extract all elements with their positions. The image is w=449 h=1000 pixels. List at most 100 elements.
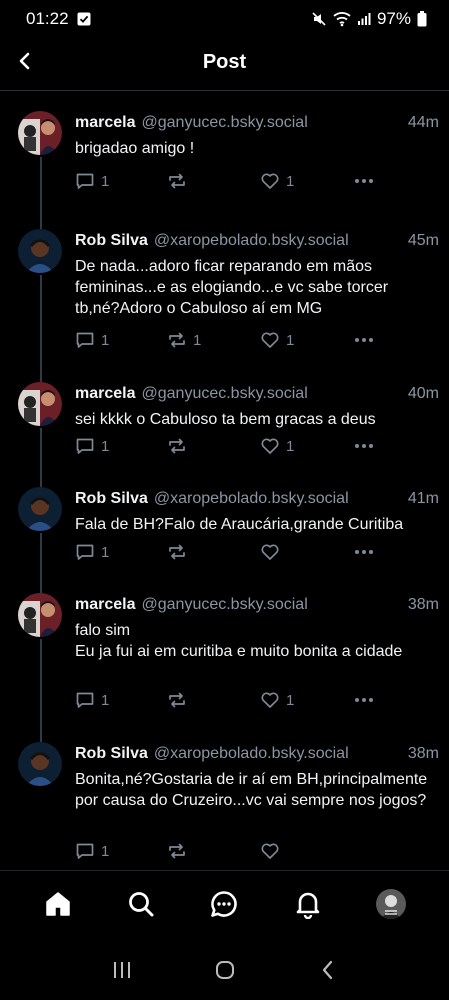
- repost-button[interactable]: [167, 171, 193, 191]
- author-handle[interactable]: @ganyucec.bsky.social: [142, 385, 402, 403]
- avatar[interactable]: [18, 742, 62, 786]
- avatar[interactable]: [18, 229, 62, 273]
- more-options-button[interactable]: [353, 436, 375, 456]
- chat-icon: [211, 890, 238, 917]
- reply-icon: [76, 692, 94, 708]
- author-name[interactable]: Rob Silva: [75, 745, 148, 763]
- reply-button[interactable]: 1: [75, 542, 109, 562]
- post-item[interactable]: Rob Silva @xaropebolado.bsky.social 38m …: [0, 728, 449, 870]
- like-button[interactable]: [260, 841, 286, 861]
- back-system-button[interactable]: [308, 950, 348, 990]
- repost-button[interactable]: [167, 841, 193, 861]
- recents-button[interactable]: [102, 950, 142, 990]
- reply-icon: [76, 332, 94, 348]
- post-text: Bonita,né?Gostaria de ir aí em BH,princi…: [75, 771, 428, 809]
- post-actions: 1: [75, 542, 385, 566]
- nav-profile[interactable]: [369, 882, 413, 926]
- more-options-button[interactable]: [353, 330, 375, 350]
- home-icon: [45, 891, 70, 916]
- avatar[interactable]: [18, 382, 62, 426]
- post-item[interactable]: marcela @ganyucec.bsky.social 44m brigad…: [0, 91, 449, 215]
- more-options-button[interactable]: [353, 542, 375, 562]
- system-navigation: [0, 940, 449, 1000]
- bottom-navigation: [0, 870, 449, 936]
- battery-icon: [417, 11, 427, 27]
- home-system-button[interactable]: [205, 950, 245, 990]
- avatar[interactable]: [18, 111, 62, 155]
- post-item[interactable]: marcela @ganyucec.bsky.social 38m falo s…: [0, 579, 449, 728]
- reply-button[interactable]: 1: [75, 171, 109, 191]
- repost-icon: [169, 438, 185, 454]
- author-handle[interactable]: @ganyucec.bsky.social: [142, 596, 402, 614]
- battery-percent: 97%: [376, 9, 411, 28]
- repost-button[interactable]: 1: [167, 330, 201, 350]
- heart-icon: [261, 544, 279, 560]
- reply-button[interactable]: 1: [75, 841, 109, 861]
- post-item[interactable]: Rob Silva @xaropebolado.bsky.social 41m …: [0, 473, 449, 579]
- reply-count: 1: [101, 331, 110, 349]
- thread-feed[interactable]: marcela @ganyucec.bsky.social 44m brigad…: [0, 91, 449, 870]
- post-header: marcela @ganyucec.bsky.social 44m: [75, 114, 439, 132]
- post-item[interactable]: marcela @ganyucec.bsky.social 40m sei kk…: [0, 368, 449, 473]
- repost-button[interactable]: [167, 436, 193, 456]
- nav-notifications[interactable]: [286, 882, 330, 926]
- author-handle[interactable]: @ganyucec.bsky.social: [142, 114, 402, 132]
- reply-button[interactable]: 1: [75, 330, 109, 350]
- like-button[interactable]: 1: [260, 436, 294, 456]
- author-name[interactable]: Rob Silva: [75, 490, 148, 508]
- reply-count: 1: [101, 842, 110, 860]
- repost-button[interactable]: [167, 690, 193, 710]
- nav-search[interactable]: [119, 882, 163, 926]
- status-bar: 01:22 97%: [0, 0, 449, 38]
- reply-button[interactable]: 1: [75, 690, 109, 710]
- post-header: Rob Silva @xaropebolado.bsky.social 45m: [75, 232, 439, 250]
- author-name[interactable]: Rob Silva: [75, 232, 148, 250]
- post-actions: 1: [75, 841, 385, 865]
- like-count: 1: [286, 691, 295, 709]
- avatar[interactable]: [18, 593, 62, 637]
- wifi-icon: [333, 11, 351, 27]
- post-item[interactable]: Rob Silva @xaropebolado.bsky.social 45m …: [0, 215, 449, 368]
- thread-line: [40, 639, 42, 728]
- author-handle[interactable]: @xaropebolado.bsky.social: [154, 745, 402, 763]
- reply-count: 1: [101, 543, 110, 561]
- back-button[interactable]: [10, 46, 40, 76]
- heart-icon: [261, 438, 279, 454]
- like-button[interactable]: 1: [260, 171, 294, 191]
- reply-count: 1: [101, 172, 110, 190]
- repost-button[interactable]: [167, 542, 193, 562]
- page-title: Post: [202, 50, 247, 73]
- post-actions: 1 1: [75, 690, 385, 714]
- avatar[interactable]: [18, 487, 62, 531]
- post-text: De nada...adoro ficar reparando em mãos …: [75, 258, 389, 317]
- nav-home[interactable]: [36, 882, 80, 926]
- reply-button[interactable]: 1: [75, 436, 109, 456]
- thread-line: [40, 368, 42, 382]
- like-button[interactable]: 1: [260, 690, 294, 710]
- more-options-button[interactable]: [353, 690, 375, 710]
- like-count: 1: [286, 331, 295, 349]
- author-name[interactable]: marcela: [75, 114, 136, 132]
- mute-icon: [311, 11, 327, 27]
- like-button[interactable]: 1: [260, 330, 294, 350]
- thread-line: [40, 473, 42, 487]
- heart-icon: [261, 173, 279, 189]
- reply-icon: [76, 438, 94, 454]
- reply-icon: [76, 843, 94, 859]
- profile-avatar: [376, 888, 407, 919]
- back-arrow-icon: [19, 52, 30, 70]
- like-button[interactable]: [260, 542, 286, 562]
- author-handle[interactable]: @xaropebolado.bsky.social: [154, 232, 402, 250]
- repost-icon: [169, 173, 185, 189]
- thread-line: [40, 157, 42, 215]
- more-dots-icon: [355, 550, 373, 554]
- author-handle[interactable]: @xaropebolado.bsky.social: [154, 490, 402, 508]
- repost-icon: [169, 843, 185, 859]
- post-header: marcela @ganyucec.bsky.social 40m: [75, 385, 439, 403]
- thread-line: [40, 579, 42, 593]
- nav-chat[interactable]: [202, 882, 246, 926]
- author-name[interactable]: marcela: [75, 385, 136, 403]
- more-options-button[interactable]: [353, 171, 375, 191]
- author-name[interactable]: marcela: [75, 596, 136, 614]
- top-header: Post: [0, 38, 449, 86]
